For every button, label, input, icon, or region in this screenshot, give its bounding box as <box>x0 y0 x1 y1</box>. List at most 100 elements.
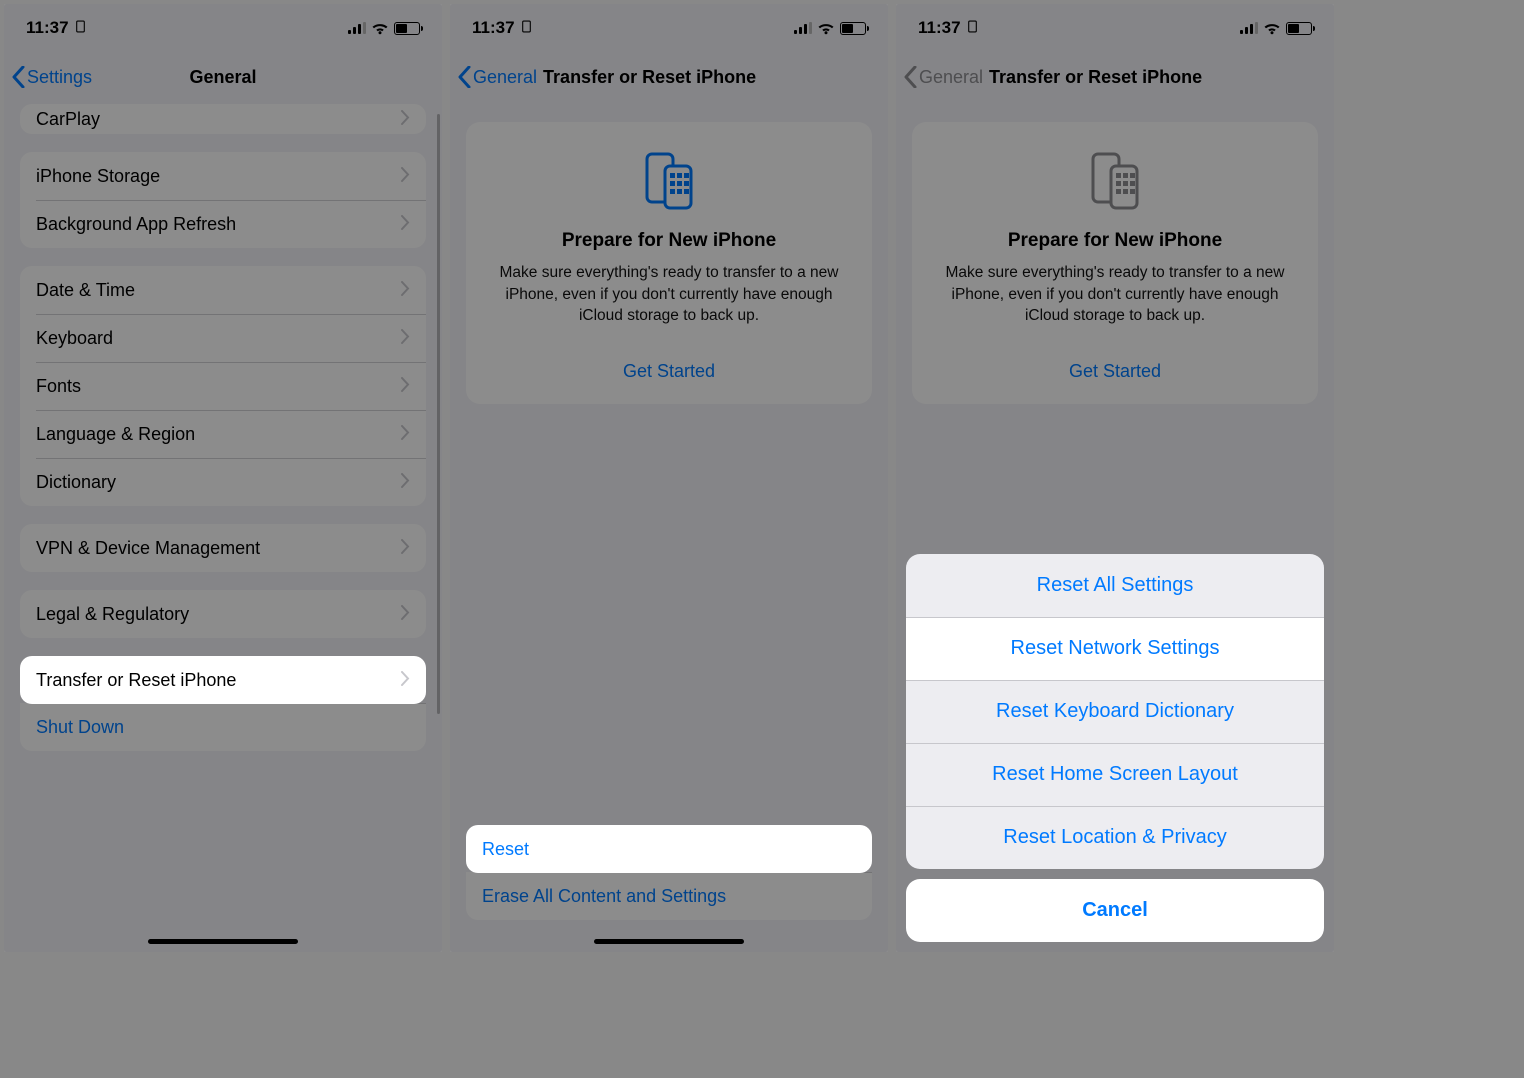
chevron-right-icon <box>401 538 410 559</box>
sheet-item-label: Reset Home Screen Layout <box>992 763 1238 786</box>
sheet-item-label: Reset Network Settings <box>1011 637 1220 660</box>
cell-carplay[interactable]: CarPlay <box>20 104 426 134</box>
chevron-right-icon <box>401 328 410 349</box>
cell-label: Background App Refresh <box>36 214 236 235</box>
chevron-right-icon <box>401 670 410 691</box>
cell-fonts[interactable]: Fonts <box>20 362 426 410</box>
reset-home-screen-layout-button[interactable]: Reset Home Screen Layout <box>906 743 1324 806</box>
status-bar: 11:37 <box>896 4 1334 52</box>
cell-label: Language & Region <box>36 424 195 445</box>
cell-label: VPN & Device Management <box>36 538 260 559</box>
sheet-item-label: Reset Location & Privacy <box>1003 826 1226 849</box>
cell-dictionary[interactable]: Dictionary <box>20 458 426 506</box>
screen-transfer-reset: 11:37 General Transfer or Reset iPhone <box>450 4 888 952</box>
battery-icon <box>840 22 866 35</box>
group-vpn: VPN & Device Management <box>20 524 426 572</box>
chevron-right-icon <box>401 472 410 493</box>
chevron-right-icon <box>401 604 410 625</box>
erase-all-content-button[interactable]: Erase All Content and Settings <box>466 872 872 920</box>
back-button: General <box>904 66 983 88</box>
cell-label: Reset <box>482 839 529 860</box>
card-description: Make sure everything's ready to transfer… <box>930 262 1300 327</box>
status-time: 11:37 <box>26 18 69 38</box>
chevron-back-icon <box>458 66 471 88</box>
group-locale: Date & Time Keyboard Fonts Language & Re… <box>20 266 426 506</box>
action-sheet-options: Reset All Settings Reset Network Setting… <box>906 554 1324 869</box>
cancel-button[interactable]: Cancel <box>906 879 1324 942</box>
wifi-icon <box>817 21 835 35</box>
wifi-icon <box>371 21 389 35</box>
reset-network-settings-button[interactable]: Reset Network Settings <box>906 617 1324 680</box>
card-description: Make sure everything's ready to transfer… <box>484 262 854 327</box>
orientation-lock-icon <box>74 18 87 38</box>
cell-label: iPhone Storage <box>36 166 160 187</box>
orientation-lock-icon <box>520 18 533 38</box>
reset-keyboard-dictionary-button[interactable]: Reset Keyboard Dictionary <box>906 680 1324 743</box>
chevron-right-icon <box>401 166 410 187</box>
home-indicator[interactable] <box>148 939 298 944</box>
cell-transfer-or-reset-iphone[interactable]: Transfer or Reset iPhone <box>20 656 426 704</box>
cell-label: Shut Down <box>36 717 124 738</box>
transfer-phones-icon <box>634 146 704 216</box>
home-indicator[interactable] <box>594 939 744 944</box>
cell-label: CarPlay <box>36 109 100 130</box>
chevron-back-icon <box>12 66 25 88</box>
status-bar: 11:37 <box>450 4 888 52</box>
group-legal: Legal & Regulatory <box>20 590 426 638</box>
cell-background-app-refresh[interactable]: Background App Refresh <box>20 200 426 248</box>
prepare-card: Prepare for New iPhone Make sure everyth… <box>466 122 872 404</box>
wifi-icon <box>1263 21 1281 35</box>
cell-iphone-storage[interactable]: iPhone Storage <box>20 152 426 200</box>
navbar: General Transfer or Reset iPhone <box>896 52 1334 102</box>
back-label: General <box>919 67 983 88</box>
cell-label: Dictionary <box>36 472 116 493</box>
cell-label: Erase All Content and Settings <box>482 886 726 907</box>
back-button[interactable]: Settings <box>12 66 92 88</box>
back-button[interactable]: General <box>458 66 537 88</box>
group-reset: Transfer or Reset iPhone Shut Down <box>20 656 426 751</box>
chevron-right-icon <box>401 376 410 397</box>
get-started-button[interactable]: Get Started <box>930 353 1300 390</box>
transfer-phones-icon <box>1080 146 1150 216</box>
status-time: 11:37 <box>472 18 515 38</box>
cell-label: Date & Time <box>36 280 135 301</box>
chevron-back-icon <box>904 66 917 88</box>
cellular-icon <box>348 22 366 34</box>
status-time: 11:37 <box>918 18 961 38</box>
chevron-right-icon <box>401 280 410 301</box>
chevron-right-icon <box>401 109 410 130</box>
cell-label: Legal & Regulatory <box>36 604 189 625</box>
battery-icon <box>394 22 420 35</box>
reset-button[interactable]: Reset <box>466 825 872 873</box>
screen-reset-sheet: 11:37 General Transfer or Reset iPhone <box>896 4 1334 952</box>
scrollbar[interactable] <box>437 114 440 714</box>
cell-label: Transfer or Reset iPhone <box>36 670 236 691</box>
reset-all-settings-button[interactable]: Reset All Settings <box>906 554 1324 617</box>
cell-date-time[interactable]: Date & Time <box>20 266 426 314</box>
status-bar: 11:37 <box>4 4 442 52</box>
cell-vpn-device-management[interactable]: VPN & Device Management <box>20 524 426 572</box>
cellular-icon <box>1240 22 1258 34</box>
action-sheet: Reset All Settings Reset Network Setting… <box>896 554 1334 952</box>
back-label: General <box>473 67 537 88</box>
sheet-item-label: Reset All Settings <box>1037 574 1194 597</box>
cell-shut-down[interactable]: Shut Down <box>20 703 426 751</box>
reset-location-privacy-button[interactable]: Reset Location & Privacy <box>906 806 1324 869</box>
navbar: Settings General <box>4 52 442 102</box>
cell-label: Fonts <box>36 376 81 397</box>
chevron-right-icon <box>401 424 410 445</box>
sheet-cancel-label: Cancel <box>1082 899 1148 922</box>
chevron-right-icon <box>401 214 410 235</box>
nav-title: Transfer or Reset iPhone <box>983 67 1326 88</box>
nav-title: Transfer or Reset iPhone <box>537 67 880 88</box>
cell-keyboard[interactable]: Keyboard <box>20 314 426 362</box>
back-label: Settings <box>27 67 92 88</box>
orientation-lock-icon <box>966 18 979 38</box>
get-started-button[interactable]: Get Started <box>484 353 854 390</box>
screen-general: 11:37 Settings General CarPlay <box>4 4 442 952</box>
group-carplay: CarPlay <box>20 104 426 134</box>
cell-language-region[interactable]: Language & Region <box>20 410 426 458</box>
card-title: Prepare for New iPhone <box>930 230 1300 252</box>
cellular-icon <box>794 22 812 34</box>
cell-legal-regulatory[interactable]: Legal & Regulatory <box>20 590 426 638</box>
